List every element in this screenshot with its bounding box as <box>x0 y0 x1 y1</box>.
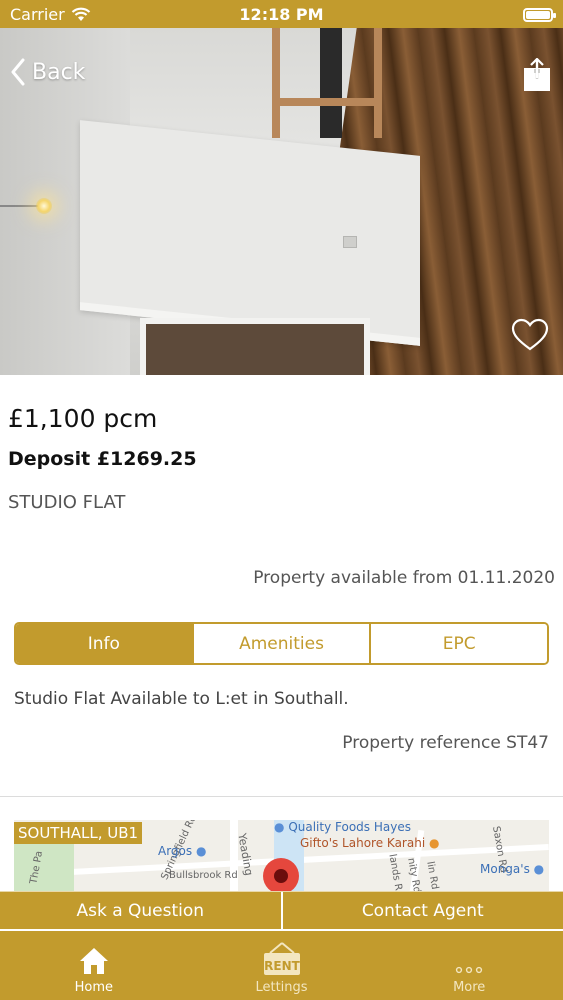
tabbar-lettings-label: Lettings <box>255 980 308 995</box>
map-street-label: Yeading <box>235 832 256 877</box>
status-bar: Carrier 12:18 PM <box>0 0 563 28</box>
tab-info[interactable]: Info <box>16 624 192 663</box>
svg-text:RENT: RENT <box>264 959 300 973</box>
clock: 12:18 PM <box>239 5 324 24</box>
share-icon[interactable] <box>523 58 551 92</box>
action-bar: Ask a Question Contact Agent <box>0 891 563 929</box>
map-poi-giftos[interactable]: Gifto's Lahore Karahi ● <box>300 836 439 850</box>
tabbar-more-label: More <box>453 980 486 995</box>
photo-chair <box>272 28 382 138</box>
property-description: Studio Flat Available to L:et in Southal… <box>14 689 349 709</box>
map-street-label: lands Rd <box>386 853 405 892</box>
rent-sign-icon: RENT <box>263 942 300 975</box>
deposit: Deposit £1269.25 <box>8 448 197 470</box>
more-dots-icon <box>456 966 483 974</box>
back-label: Back <box>32 59 86 85</box>
bottom-tab-bar: Home RENT Lettings More <box>0 931 563 1000</box>
map-poi-quality-foods[interactable]: ● Quality Foods Hayes <box>274 820 411 834</box>
shop-pin-icon: ● <box>195 844 207 858</box>
battery-icon <box>523 8 556 22</box>
back-button[interactable]: Back <box>10 58 85 86</box>
photo-socket <box>343 236 357 248</box>
shop-pin-icon: ● <box>274 820 285 834</box>
tabbar-more[interactable]: More <box>375 931 563 1000</box>
tab-amenities[interactable]: Amenities <box>191 624 370 663</box>
map-poi-argos[interactable]: Argos ● <box>158 844 206 858</box>
heart-icon[interactable] <box>511 318 549 352</box>
tab-epc[interactable]: EPC <box>369 624 547 663</box>
chevron-left-icon <box>11 58 25 86</box>
map-street-label: Bullsbrook Rd <box>169 870 238 881</box>
price: £1,100 pcm <box>8 404 158 433</box>
restaurant-pin-icon: ● <box>428 836 440 850</box>
property-reference: Property reference ST47 <box>342 733 549 753</box>
map-road <box>230 820 238 892</box>
photo-doorway <box>140 318 370 375</box>
contact-agent-button[interactable]: Contact Agent <box>280 892 563 929</box>
photo-lamp-cord <box>0 205 38 207</box>
map-street-label: lin Rd <box>424 860 441 891</box>
tabbar-lettings[interactable]: RENT Lettings <box>188 931 376 1000</box>
tabbar-home[interactable]: Home <box>0 931 188 1000</box>
map-area-label: SOUTHALL, UB1 <box>14 822 143 844</box>
property-type: STUDIO FLAT <box>8 492 126 513</box>
photo-partition-wall <box>80 120 420 346</box>
location-pin-icon[interactable] <box>263 858 299 894</box>
section-divider <box>0 796 563 797</box>
ask-question-button[interactable]: Ask a Question <box>0 892 281 929</box>
home-icon <box>79 948 108 974</box>
photo-lamp <box>36 198 52 214</box>
availability-date: Property available from 01.11.2020 <box>253 568 555 588</box>
detail-tabs: Info Amenities EPC <box>14 622 549 665</box>
shop-pin-icon: ● <box>533 862 545 876</box>
map-poi-mongas[interactable]: Monga's ● <box>480 862 544 876</box>
tabbar-home-label: Home <box>74 980 114 995</box>
